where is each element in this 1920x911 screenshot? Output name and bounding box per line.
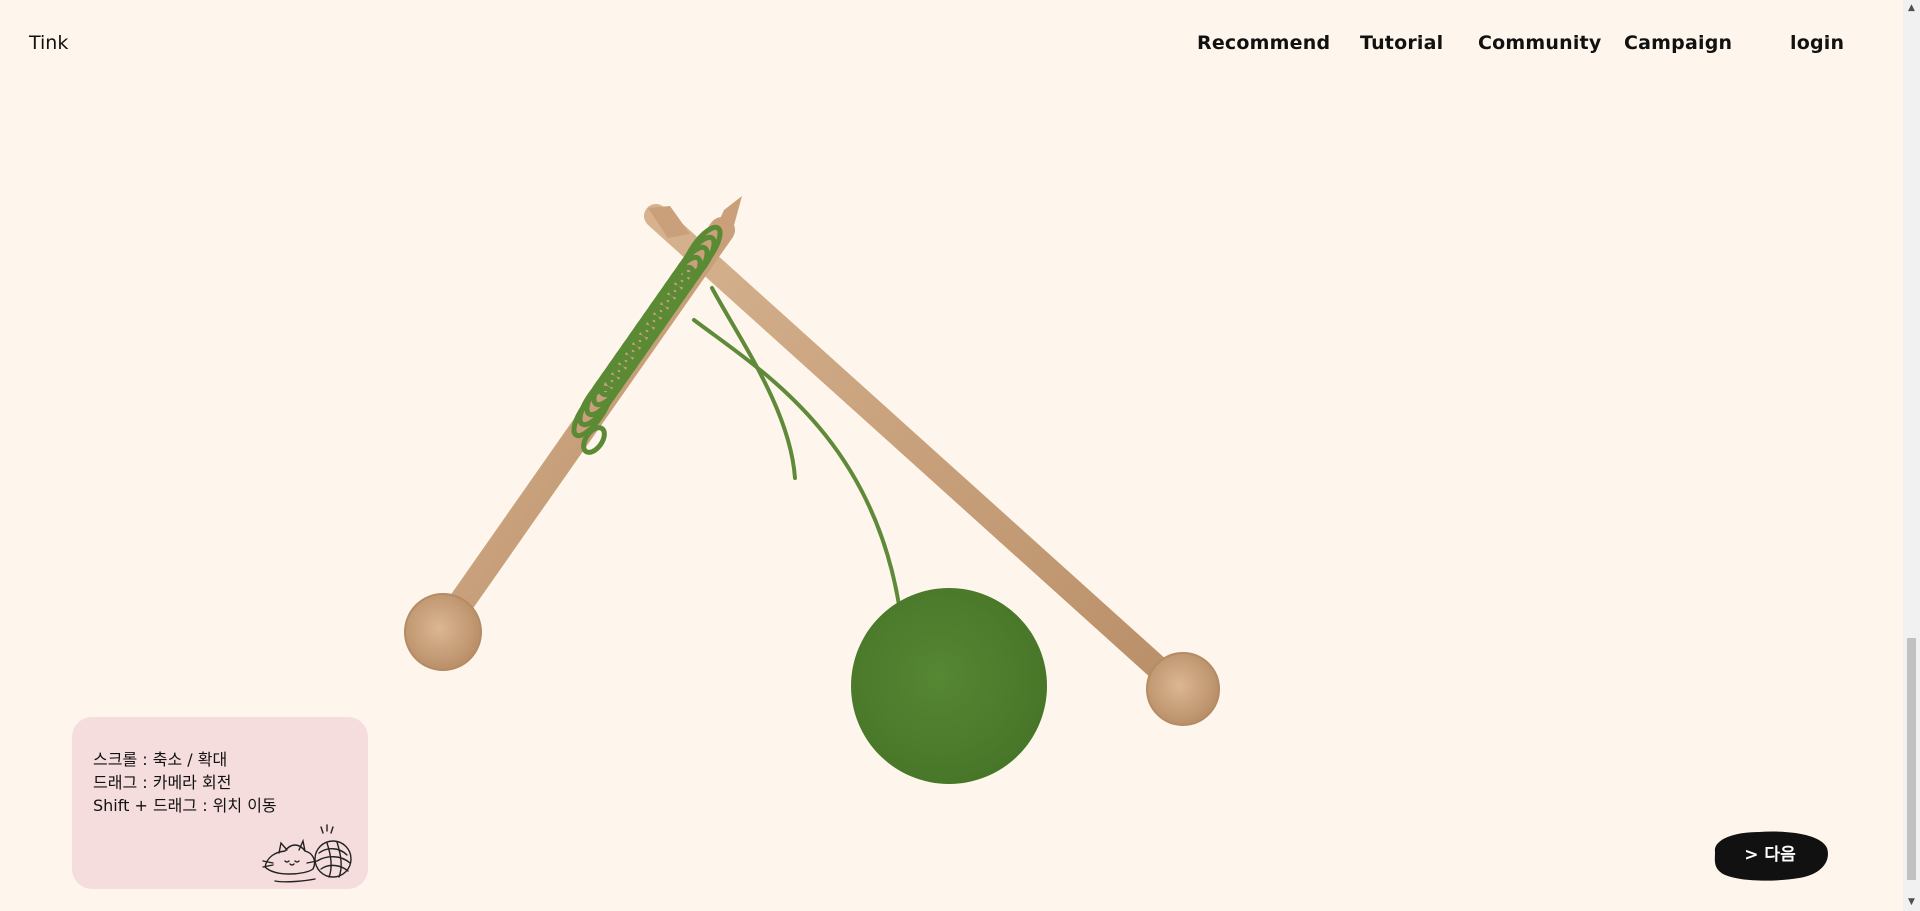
scroll-down-arrow-icon[interactable]: ▼ — [1903, 894, 1920, 911]
nav-recommend[interactable]: Recommend — [1197, 32, 1330, 54]
page-scrollbar[interactable]: ▲ ▼ — [1903, 0, 1920, 911]
yarn-ball — [851, 588, 1047, 784]
scroll-up-arrow-icon[interactable]: ▲ — [1903, 0, 1920, 17]
cat-with-yarn-illustration — [262, 824, 352, 883]
page: Tink Recommend Tutorial Community Campai… — [0, 0, 1920, 911]
nav-tutorial[interactable]: Tutorial — [1360, 32, 1443, 54]
scroll-thumb[interactable] — [1907, 638, 1916, 880]
logo[interactable]: Tink — [29, 32, 68, 54]
top-navbar: Tink Recommend Tutorial Community Campai… — [0, 0, 1903, 90]
controls-help-panel: 스크롤 : 축소 / 확대 드래그 : 카메라 회전 Shift + 드래그 :… — [72, 717, 368, 889]
help-shift-drag-line: Shift + 드래그 : 위치 이동 — [93, 796, 277, 815]
help-scroll-line: 스크롤 : 축소 / 확대 — [93, 750, 228, 769]
nav-login[interactable]: login — [1790, 32, 1844, 54]
nav-community[interactable]: Community — [1478, 32, 1601, 54]
nav-campaign[interactable]: Campaign — [1624, 32, 1732, 54]
next-button-label: > 다음 — [1744, 845, 1796, 865]
next-button[interactable]: > 다음 — [1709, 828, 1831, 882]
help-drag-line: 드래그 : 카메라 회전 — [93, 773, 232, 792]
